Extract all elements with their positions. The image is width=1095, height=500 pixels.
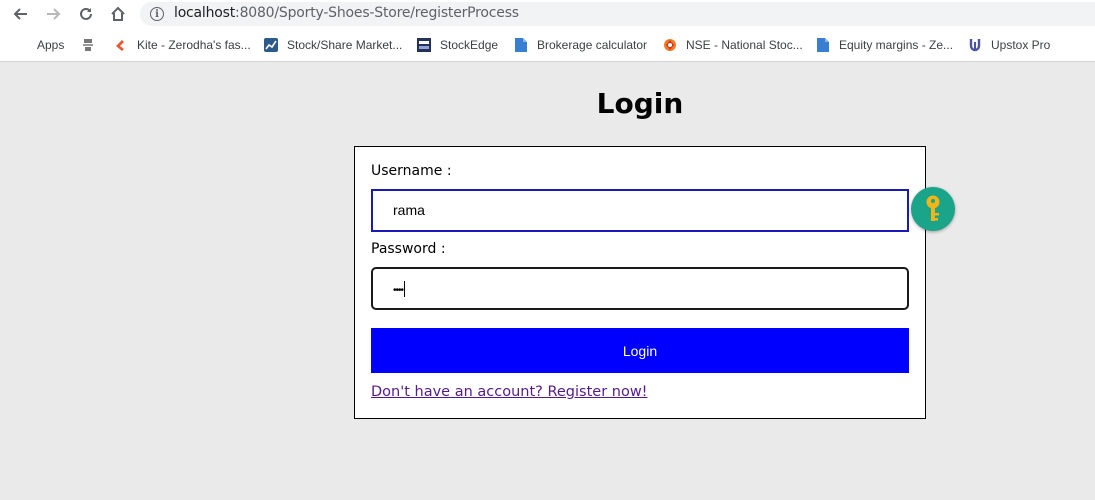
forward-button[interactable] <box>42 3 64 25</box>
register-link[interactable]: Don't have an account? Register now! <box>371 384 648 400</box>
url-path: :8080/Sporty-Shoes-Store/registerProcess <box>235 5 519 21</box>
stockedge-icon <box>416 37 432 53</box>
emblem-icon <box>80 37 96 53</box>
home-icon <box>111 6 125 21</box>
address-bar[interactable]: i localhost:8080/Sporty-Shoes-Store/regi… <box>140 2 1095 26</box>
bookmark-apps[interactable]: Apps <box>13 36 64 54</box>
arrow-left-icon <box>13 8 27 20</box>
url-host: localhost <box>174 5 236 21</box>
upstox-icon <box>967 37 983 53</box>
bookmark-emblem[interactable] <box>80 36 104 54</box>
bookmark-label: Upstox Pro <box>991 38 1051 52</box>
bookmark-upstox[interactable]: Upstox Pro <box>967 36 1050 54</box>
bookmark-brokerage[interactable]: Brokerage calculator <box>513 36 647 54</box>
bookmark-label: StockEdge <box>440 38 499 52</box>
bookmark-label: NSE - National Stoc... <box>686 38 803 52</box>
username-label: Username : <box>371 163 452 179</box>
reload-button[interactable] <box>75 3 97 25</box>
key-icon <box>926 195 940 221</box>
login-form: Username : rama Password : •••• Login Do… <box>354 146 926 419</box>
url-text: localhost:8080/Sporty-Shoes-Store/regist… <box>174 5 519 21</box>
password-field[interactable]: •••• <box>371 267 909 310</box>
home-button[interactable] <box>107 3 129 25</box>
password-value: •••• <box>393 285 404 296</box>
arrow-right-icon <box>47 8 61 20</box>
bookmark-stockedge[interactable]: StockEdge <box>416 36 498 54</box>
bookmark-equity-margins[interactable]: Equity margins - Ze... <box>815 36 953 54</box>
bookmark-label: Kite - Zerodha's fas... <box>137 38 251 52</box>
info-icon[interactable]: i <box>150 7 164 21</box>
kite-icon <box>113 37 129 53</box>
page-content: Login Username : rama Password : •••• Lo… <box>0 63 1095 500</box>
page-title: Login <box>596 87 684 120</box>
bookmark-label: Brokerage calculator <box>537 38 648 52</box>
login-button[interactable]: Login <box>371 328 909 373</box>
apps-grid-icon <box>13 37 29 53</box>
text-caret <box>404 281 406 298</box>
chart-icon <box>263 37 279 53</box>
nse-icon <box>662 37 678 53</box>
doc-icon <box>815 37 831 53</box>
bookmark-label: Stock/Share Market... <box>287 38 403 52</box>
doc-icon <box>513 37 529 53</box>
username-field[interactable]: rama <box>371 189 909 232</box>
username-value: rama <box>393 202 425 218</box>
bookmark-label: Apps <box>37 38 65 52</box>
bookmark-nse[interactable]: NSE - National Stoc... <box>662 36 803 54</box>
reload-icon <box>80 7 92 20</box>
bookmarks-bar: Apps Kite - Zerodha's fas... Stock/Share… <box>0 28 1095 62</box>
bookmark-kite[interactable]: Kite - Zerodha's fas... <box>113 36 251 54</box>
browser-toolbar: i localhost:8080/Sporty-Shoes-Store/regi… <box>0 0 1095 28</box>
password-manager-key-button[interactable] <box>911 187 955 231</box>
bookmark-label: Equity margins - Ze... <box>839 38 954 52</box>
back-button[interactable] <box>10 3 32 25</box>
password-label: Password : <box>371 241 446 257</box>
bookmark-stock-market[interactable]: Stock/Share Market... <box>263 36 402 54</box>
